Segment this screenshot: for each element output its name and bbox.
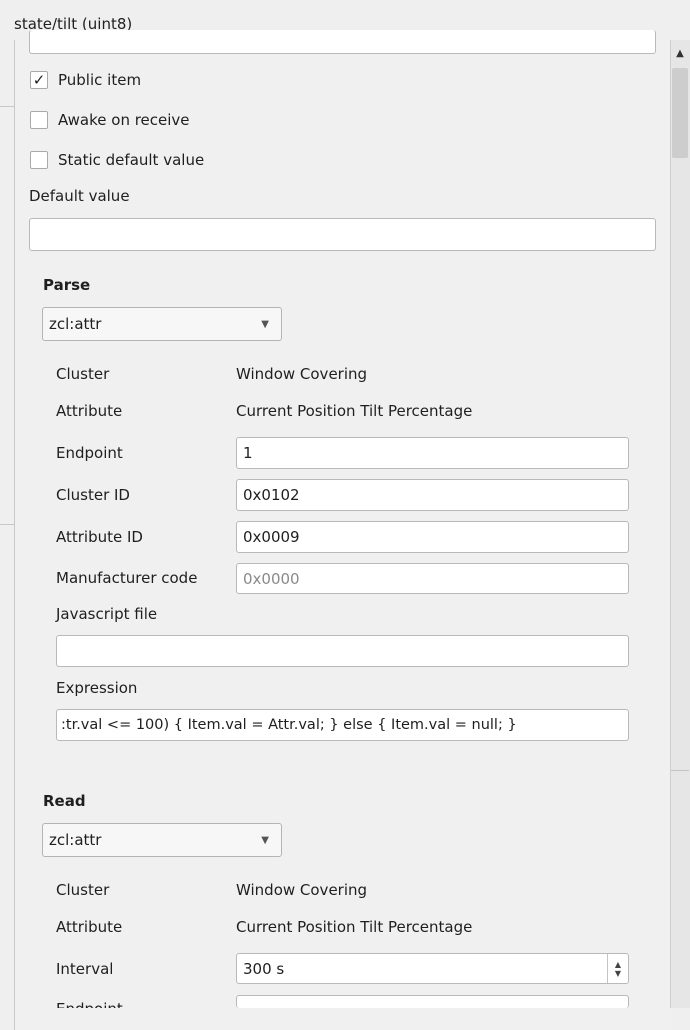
spin-arrows-icon[interactable]: ▲ ▼ — [607, 954, 628, 983]
chevron-down-icon: ▼ — [261, 318, 269, 330]
read-attribute-value: Current Position Tilt Percentage — [236, 918, 473, 936]
parse-cluster-id-input[interactable]: 0x0102 — [236, 479, 629, 511]
default-value-label: Default value — [29, 187, 130, 205]
parse-cluster-value: Window Covering — [236, 365, 368, 383]
public-item-checkbox[interactable]: ✓ — [30, 71, 48, 89]
chevron-down-icon: ▼ — [261, 834, 269, 846]
vertical-scrollbar[interactable] — [670, 40, 690, 1008]
read-interval-value: 300 s — [243, 959, 285, 978]
parse-endpoint-input[interactable]: 1 — [236, 437, 629, 469]
read-endpoint-label: Endpoint — [56, 1000, 123, 1008]
parse-mfr-label: Manufacturer code — [56, 569, 198, 587]
read-cluster-value: Window Covering — [236, 881, 368, 899]
left-divider — [0, 106, 14, 107]
parse-attribute-id-input[interactable]: 0x0009 — [236, 521, 629, 553]
default-value-input[interactable] — [29, 218, 656, 251]
static-default-checkbox[interactable] — [30, 151, 48, 169]
parse-mfr-input[interactable]: 0x0000 — [236, 563, 629, 594]
scroll-up-icon[interactable]: ▲ — [671, 48, 689, 59]
parse-function-value: zcl:attr — [49, 315, 102, 333]
parse-cluster-label: Cluster — [56, 365, 110, 383]
scrollbar-divider — [671, 770, 689, 771]
read-endpoint-input[interactable] — [236, 995, 629, 1008]
parse-heading: Parse — [43, 276, 91, 294]
clipped-input[interactable] — [29, 30, 656, 54]
static-default-label: Static default value — [58, 151, 205, 169]
parse-cluster-id-label: Cluster ID — [56, 486, 130, 504]
awake-on-receive-checkbox[interactable] — [30, 111, 48, 129]
read-cluster-label: Cluster — [56, 881, 110, 899]
parse-js-label: Javascript file — [56, 605, 158, 623]
parse-endpoint-label: Endpoint — [56, 444, 123, 462]
parse-attribute-id-label: Attribute ID — [56, 528, 143, 546]
parse-expression-label: Expression — [56, 679, 138, 697]
left-divider — [0, 524, 14, 525]
scrollbar-thumb[interactable] — [672, 68, 688, 158]
parse-expression-input[interactable]: :tr.val <= 100) { Item.val = Attr.val; }… — [56, 709, 629, 741]
parse-function-select[interactable]: zcl:attr ▼ — [42, 307, 282, 341]
read-attribute-label: Attribute — [56, 918, 123, 936]
read-interval-spinbox[interactable]: 300 s ▲ ▼ — [236, 953, 629, 984]
read-function-select[interactable]: zcl:attr ▼ — [42, 823, 282, 857]
checkmark-icon: ✓ — [32, 70, 46, 89]
read-heading: Read — [43, 792, 86, 810]
parse-js-input[interactable] — [56, 635, 629, 667]
read-interval-label: Interval — [56, 960, 114, 978]
parse-attribute-label: Attribute — [56, 402, 123, 420]
parse-attribute-value: Current Position Tilt Percentage — [236, 402, 473, 420]
awake-on-receive-label: Awake on receive — [58, 111, 190, 129]
read-function-value: zcl:attr — [49, 831, 102, 849]
public-item-label: Public item — [58, 71, 142, 89]
